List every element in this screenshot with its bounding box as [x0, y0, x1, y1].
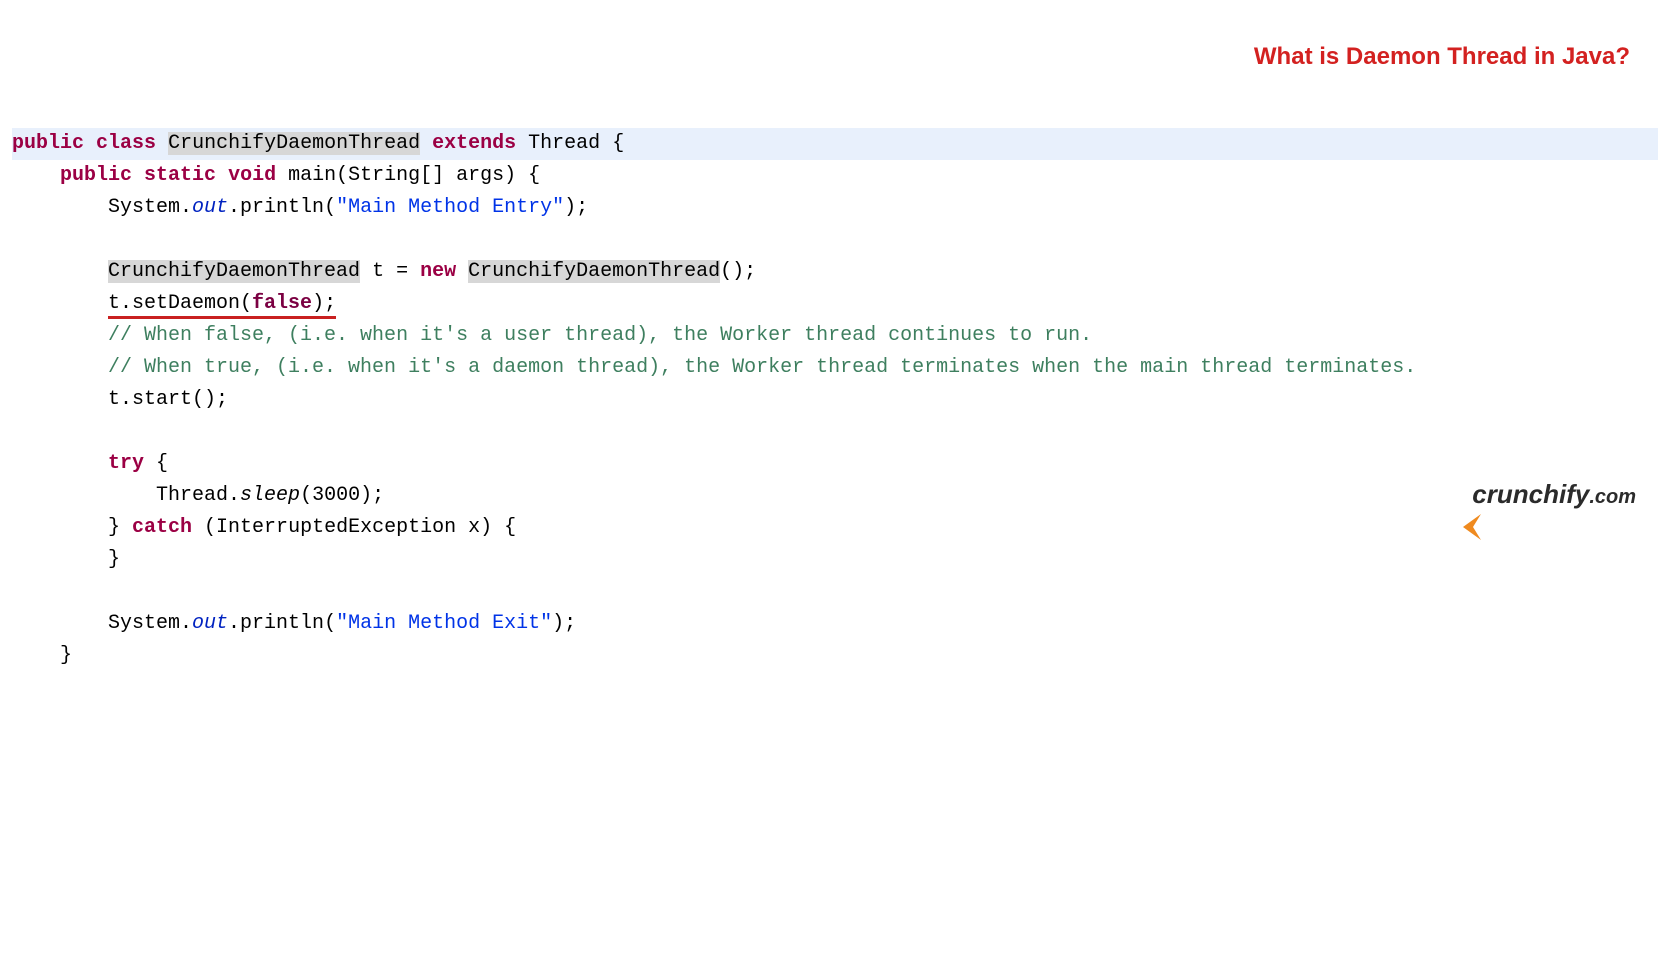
class-name: CrunchifyDaemonThread [108, 260, 360, 283]
annotation-title: What is Daemon Thread in Java? [1254, 38, 1630, 76]
brace: { [144, 452, 168, 475]
keyword-extends: extends [432, 132, 516, 155]
system: System. [108, 196, 192, 219]
keyword-void: void [228, 164, 276, 187]
code-line-1: public class CrunchifyDaemonThread exten… [12, 128, 1658, 160]
out-field: out [192, 612, 228, 635]
keyword-new: new [420, 260, 456, 283]
code-line-4: CrunchifyDaemonThread t = new CrunchifyD… [12, 256, 1658, 288]
string-literal: "Main Method Entry" [336, 196, 564, 219]
setdaemon-post: ); [312, 292, 336, 315]
var-decl: t = [360, 260, 420, 283]
sleep-arg: (3000); [300, 484, 384, 507]
main-signature: main(String[] args) { [288, 164, 540, 187]
brace-close: } [108, 516, 132, 539]
println: .println( [228, 612, 336, 635]
brand-logo: crunchify.com [1430, 474, 1636, 516]
crunchify-logo-icon [1430, 480, 1466, 510]
close: ); [564, 196, 588, 219]
code-line-2: public static void main(String[] args) { [12, 160, 1658, 192]
keyword-catch: catch [132, 516, 192, 539]
code-line-blank [12, 416, 1658, 448]
code-line-blank [12, 576, 1658, 608]
code-line-blank [12, 224, 1658, 256]
class-name: CrunchifyDaemonThread [168, 132, 420, 155]
keyword-false: false [252, 292, 312, 315]
brace: { [612, 132, 624, 155]
code-line-14: } [12, 640, 1658, 672]
code-line-3: System.out.println("Main Method Entry"); [12, 192, 1658, 224]
code-line-9: try { [12, 448, 1658, 480]
code-line-6: // When false, (i.e. when it's a user th… [12, 320, 1658, 352]
code-line-8: t.start(); [12, 384, 1658, 416]
class-name: CrunchifyDaemonThread [468, 260, 720, 283]
class-thread: Thread [528, 132, 600, 155]
code-block: public class CrunchifyDaemonThread exten… [12, 128, 1658, 672]
catch-arg: (InterruptedException x) { [192, 516, 516, 539]
setdaemon-pre: t.setDaemon( [108, 292, 252, 315]
code-line-12: } [12, 544, 1658, 576]
code-line-10: Thread.sleep(3000); [12, 480, 1658, 512]
code-line-7: // When true, (i.e. when it's a daemon t… [12, 352, 1658, 384]
comment: // When true, (i.e. when it's a daemon t… [108, 356, 1416, 379]
code-line-5: t.setDaemon(false); [12, 288, 1658, 320]
ctor-close: (); [720, 260, 756, 283]
close: ); [552, 612, 576, 635]
code-line-13: System.out.println("Main Method Exit"); [12, 608, 1658, 640]
code-line-11: } catch (InterruptedException x) { [12, 512, 1658, 544]
brand-name: crunchify.com [1472, 474, 1636, 516]
keyword-try: try [108, 452, 144, 475]
system: System. [108, 612, 192, 635]
string-literal: "Main Method Exit" [336, 612, 552, 635]
keyword-public: public [12, 132, 84, 155]
sleep-method: sleep [240, 484, 300, 507]
thread-pre: Thread. [156, 484, 240, 507]
out-field: out [192, 196, 228, 219]
keyword-static: static [144, 164, 216, 187]
keyword-class: class [96, 132, 156, 155]
println: .println( [228, 196, 336, 219]
keyword-public: public [60, 164, 132, 187]
brace: } [108, 548, 120, 571]
brace: } [60, 644, 72, 667]
comment: // When false, (i.e. when it's a user th… [108, 324, 1092, 347]
start-call: t.start(); [108, 388, 228, 411]
